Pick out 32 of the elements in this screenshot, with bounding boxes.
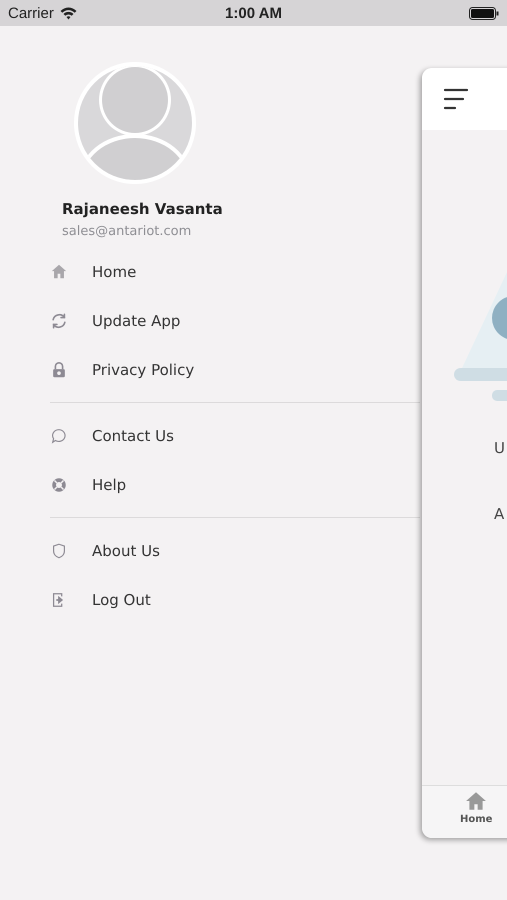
- clock-time: 1:00 AM: [225, 4, 282, 22]
- menu-label: Privacy Policy: [92, 360, 194, 378]
- menu-item[interactable]: Home: [50, 247, 420, 296]
- user-email: sales@antariot.com: [62, 224, 192, 239]
- chat-icon: [50, 426, 68, 444]
- menu-label: Help: [92, 476, 126, 494]
- menu-label: Update App: [92, 312, 180, 330]
- home-icon: [50, 262, 68, 280]
- menu-label: Log Out: [92, 590, 151, 608]
- menu-item[interactable]: About Us: [50, 526, 420, 575]
- user-name: Rajaneesh Vasanta: [62, 200, 223, 218]
- menu-label: About Us: [92, 542, 160, 560]
- shield-icon: [50, 542, 68, 560]
- menu-label: Contact Us: [92, 426, 174, 444]
- wifi-icon: [60, 6, 77, 20]
- menu-item[interactable]: Contact Us: [50, 411, 420, 460]
- body-text: A: [494, 505, 504, 523]
- home-tab[interactable]: Home: [460, 786, 492, 838]
- refresh-icon: [50, 312, 68, 330]
- battery-icon: [469, 6, 499, 20]
- menu-icon[interactable]: [443, 87, 469, 111]
- lock-icon: [50, 360, 68, 378]
- menu-label: Home: [92, 262, 136, 280]
- carrier-label: Carrier: [8, 4, 54, 22]
- avatar-icon: [74, 62, 196, 184]
- menu-item[interactable]: Update App: [50, 296, 420, 345]
- menu-item[interactable]: Log Out: [50, 575, 420, 624]
- help-icon: [50, 476, 68, 494]
- body-text: U: [494, 439, 505, 457]
- menu-item[interactable]: Help: [50, 460, 420, 509]
- menu-item[interactable]: Privacy Policy: [50, 345, 420, 394]
- home-icon: [464, 790, 488, 812]
